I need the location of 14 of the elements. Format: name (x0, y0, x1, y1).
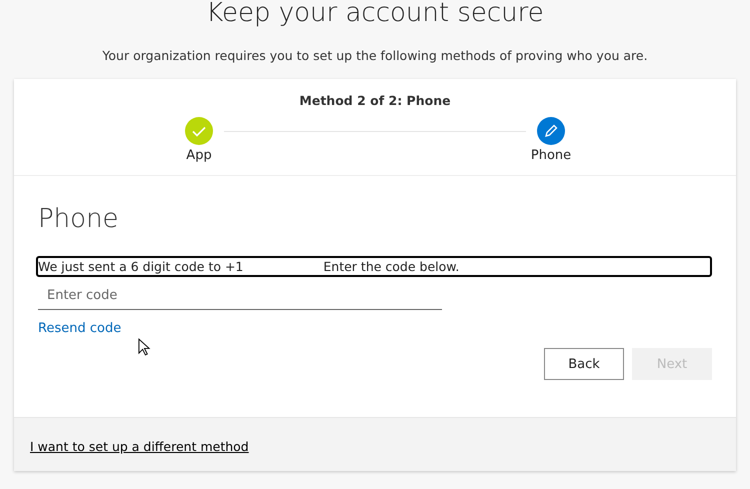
pencil-icon (537, 117, 565, 145)
different-method-link[interactable]: I want to set up a different method (30, 439, 249, 454)
page-title: Keep your account secure (206, 0, 544, 28)
message-text: We just sent a 6 digit code to +1 (38, 259, 244, 274)
progress-caption: Method 2 of 2: Phone (299, 93, 451, 108)
section-heading: Phone (38, 204, 120, 234)
page-subtitle: Your organization requires you to set up the following methods of proving who you are. (102, 48, 648, 63)
step-label: Phone (530, 148, 572, 163)
step-button[interactable]: Back (544, 348, 624, 380)
checkmark-icon (185, 117, 213, 145)
step-label: App (186, 148, 212, 163)
message-text: Enter the code below. (323, 259, 460, 274)
resend-link[interactable]: Resend code (38, 321, 122, 336)
mouse-pointer-icon (138, 338, 151, 357)
